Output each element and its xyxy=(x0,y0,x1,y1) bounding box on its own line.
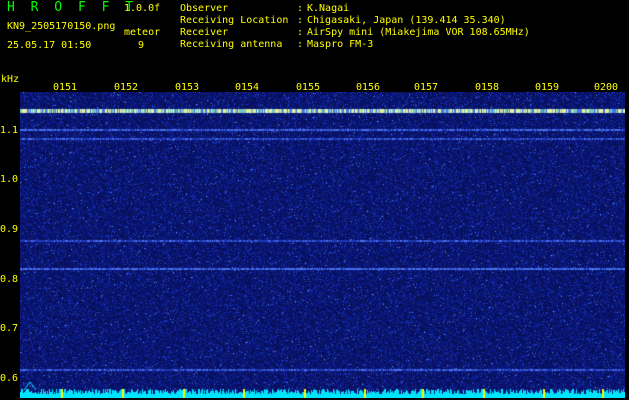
freq-tick-0.9: 0.9 xyxy=(0,224,19,235)
location-colon: : xyxy=(297,15,304,26)
spectrogram-waterfall xyxy=(20,92,625,398)
location-value: Chigasaki, Japan (139.414 35.340) xyxy=(307,15,506,26)
antenna-label: Receiving antenna xyxy=(180,39,283,50)
receiver-value: AirSpy mini (Miakejima VOR 108.65MHz) xyxy=(307,27,530,38)
observer-label: Observer xyxy=(180,3,229,14)
axis-unit-label: kHz xyxy=(1,74,20,85)
freq-tick-0.7: 0.7 xyxy=(0,323,19,334)
antenna-value: Maspro FM-3 xyxy=(307,39,374,50)
location-label: Receiving Location xyxy=(180,15,289,26)
meteor-label: meteor xyxy=(124,27,161,38)
version-label: 1.0.0f xyxy=(124,3,161,14)
freq-tick-1.1: 1.1 xyxy=(0,125,19,136)
freq-tick-0.8: 0.8 xyxy=(0,274,19,285)
receiver-colon: : xyxy=(297,27,304,38)
receiver-label: Receiver xyxy=(180,27,229,38)
observer-colon: : xyxy=(297,3,304,14)
observer-value: K.Nagai xyxy=(307,3,350,14)
antenna-colon: : xyxy=(297,39,304,50)
meteor-count: 9 xyxy=(138,40,145,51)
filename-label: KN9_2505170150.png xyxy=(7,21,116,32)
timestamp-label: 25.05.17 01:50 xyxy=(7,40,92,51)
freq-tick-1.0: 1.0 xyxy=(0,174,19,185)
app-brand: H R O F F T xyxy=(7,0,138,15)
freq-tick-0.6: 0.6 xyxy=(0,373,19,384)
